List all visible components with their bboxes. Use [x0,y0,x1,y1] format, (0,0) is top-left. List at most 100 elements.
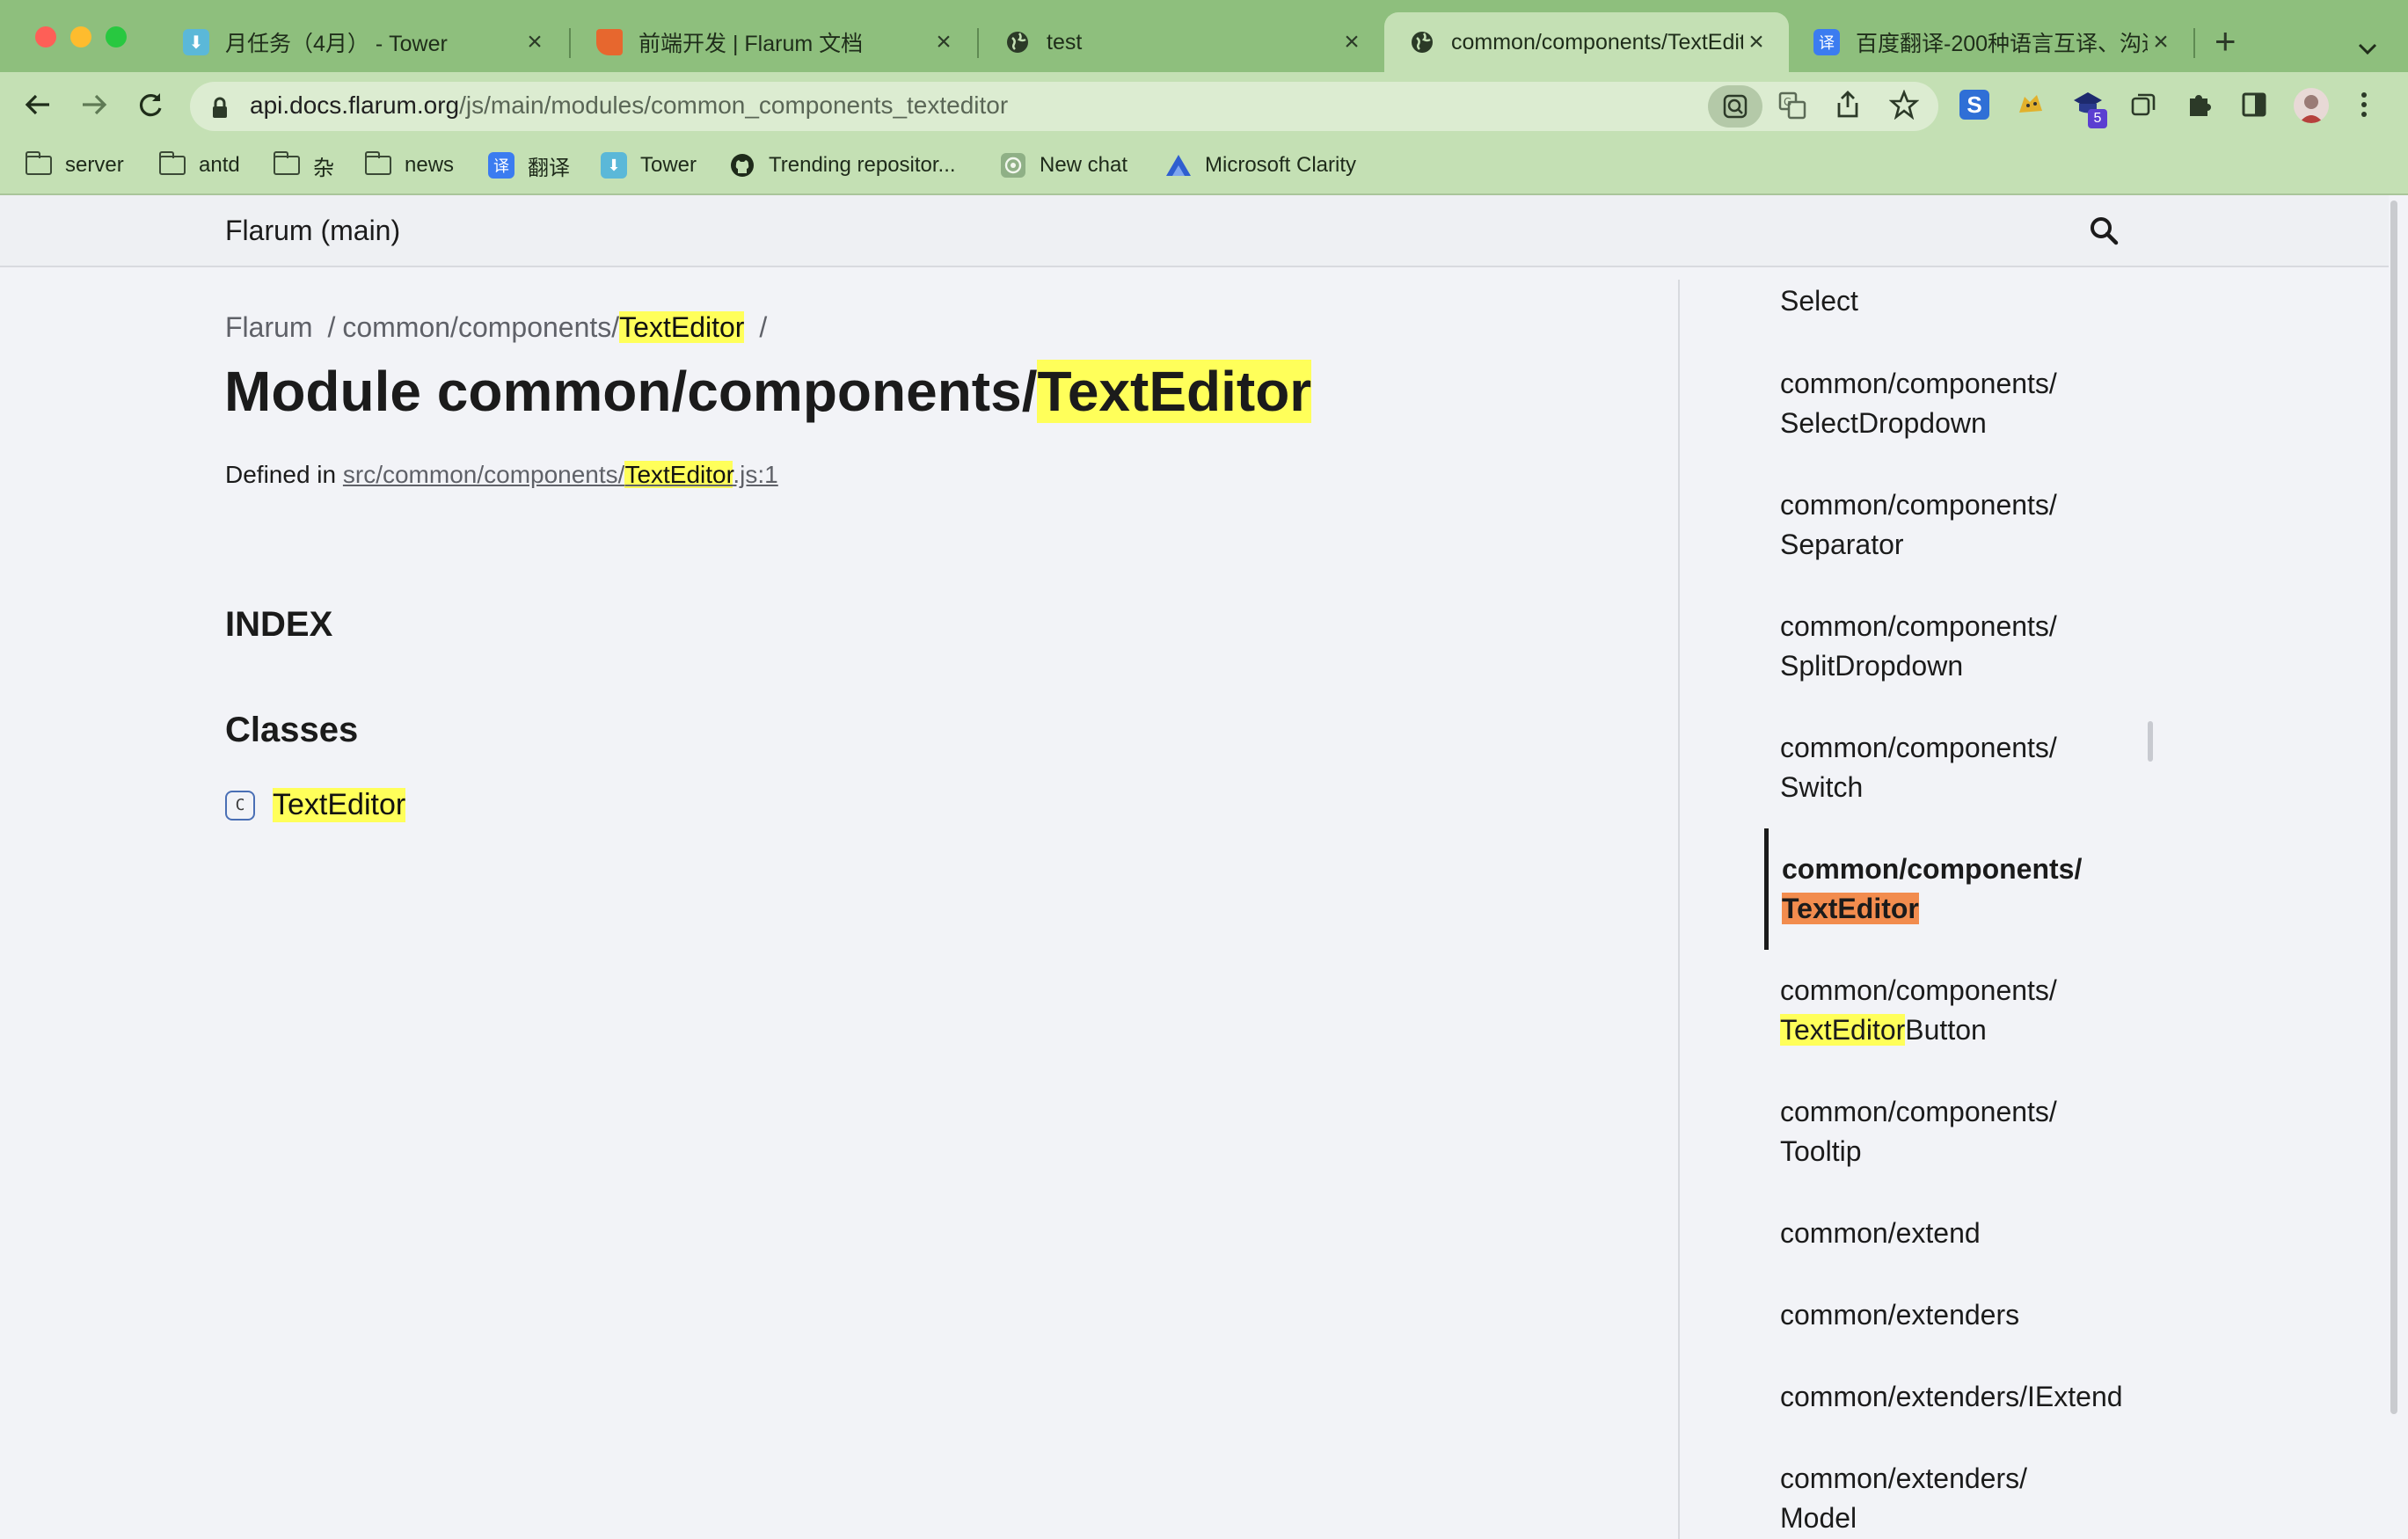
clarity-icon [1166,155,1191,176]
tab-copy-icon[interactable] [2130,91,2156,123]
bookmark-label: server [65,153,124,177]
sidebar-item-texteditorbutton[interactable]: common/components/ TextEditorButton [1780,971,2141,1050]
sidebar-item-label: Tooltip [1780,1135,1862,1167]
tab-separator [2193,28,2195,58]
tab-title: test [1047,29,1083,55]
sidebar-item-selectdropdown[interactable]: common/components/ SelectDropdown [1780,364,2141,443]
bookmark-server[interactable]: server [25,150,124,181]
profile-avatar[interactable] [2294,88,2329,123]
bookmark-label: 杂 [313,156,334,180]
tab-close-icon[interactable]: × [930,29,957,55]
search-icon[interactable] [2088,215,2120,251]
sidebar-item-extend[interactable]: common/extend [1780,1214,2141,1253]
minimize-window-button[interactable] [70,26,91,47]
breadcrumb-current[interactable]: TextEditor [619,311,745,343]
address-url[interactable]: api.docs.flarum.org/js/main/modules/comm… [250,91,1008,120]
breadcrumb-path[interactable]: common/components/ [342,311,619,343]
site-title[interactable]: Flarum (main) [225,215,400,247]
sidebar-item-iextender[interactable]: common/extenders/IExtend [1780,1377,2141,1417]
source-link-prefix: src/common/components/ [342,461,625,488]
tab-close-icon[interactable]: × [2148,29,2174,55]
bookmark-label: Microsoft Clarity [1205,153,1357,177]
globe-icon [1409,29,1435,55]
bookmark-misc[interactable]: 杂 [273,150,334,181]
tab-title: 百度翻译-200种语言互译、沟通全世界！ [1856,32,2148,56]
sidebar-item-model[interactable]: common/extenders/ Model [1780,1459,2141,1538]
tab-texteditor[interactable]: common/components/TextEditor × [1384,12,1789,72]
sidebar-item-splitdropdown[interactable]: common/components/ SplitDropdown [1780,607,2141,686]
url-host: api.docs.flarum.org [250,91,460,119]
tab-tower[interactable]: ⬇ 月任务（4月） - Tower × [158,12,567,72]
sidebar-item-label: common/extenders [1780,1299,2020,1331]
sidebar-item-label: Separator [1780,529,1904,560]
class-kind-icon: C [225,790,255,821]
sidebar-item-label: common/components/ [1780,1096,2057,1127]
classes-heading: Classes [225,711,359,749]
bookmark-new-chat[interactable]: New chat [999,150,1127,181]
globe-icon [1004,29,1031,55]
breadcrumb: Flarum / common/components/TextEditor / [225,311,767,344]
source-link[interactable]: src/common/components/TextEditor.js:1 [343,461,778,488]
class-item[interactable]: C TextEditor [225,788,406,822]
bookmark-antd[interactable]: antd [158,150,240,181]
cat-extension-icon[interactable] [2016,90,2047,125]
tab-search-chevron-icon[interactable] [2357,32,2378,62]
sidebar-item-label: Select [1780,285,1858,317]
sidebar-active-indicator [1764,828,1769,950]
sidebar-item-label: common/extenders/ [1780,1462,2028,1494]
github-icon [731,154,754,177]
bookmark-label: Tower [640,153,697,177]
extensions-puzzle-icon[interactable] [2185,90,2215,125]
share-icon[interactable] [1835,90,1861,125]
bookmark-tower[interactable]: ⬇ Tower [600,150,697,181]
bookmark-microsoft-clarity[interactable]: Microsoft Clarity [1164,150,1356,181]
tab-close-icon[interactable]: × [522,29,548,55]
browser-menu-icon[interactable] [2359,90,2369,125]
tab-close-icon[interactable]: × [1743,29,1770,55]
zoom-window-button[interactable] [106,26,127,47]
tab-close-icon[interactable]: × [1339,29,1365,55]
breadcrumb-root[interactable]: Flarum [225,311,313,343]
tab-test[interactable]: test × [980,12,1384,72]
page-title-highlight: TextEditor [1037,360,1312,423]
sidebar-item-label: common/components/ [1780,610,2057,642]
side-panel-icon[interactable] [2241,91,2267,123]
sidebar-scrollbar[interactable] [2148,721,2153,762]
translate-page-icon[interactable]: G [1778,91,1806,125]
tab-flarum-docs[interactable]: 前端开发 | Flarum 文档 × [572,12,976,72]
page-scrollbar[interactable] [2390,201,2397,1414]
close-window-button[interactable] [35,26,56,47]
bookmark-news[interactable]: news [364,150,454,181]
sidebar-item-extenders[interactable]: common/extenders [1780,1295,2141,1335]
sogou-extension-icon[interactable]: S [1959,90,1989,120]
content-divider [1678,280,1680,1539]
reload-icon[interactable] [135,90,165,125]
sidebar-item-select[interactable]: Select [1780,281,2141,321]
tab-baidu-translate[interactable]: 译 百度翻译-200种语言互译、沟通全世界！ × [1789,12,2193,72]
sidebar-item-tooltip[interactable]: common/components/ Tooltip [1780,1092,2141,1171]
back-icon[interactable] [23,90,53,125]
bookmark-translate[interactable]: 译翻译 [487,150,570,181]
url-path: /js/main/modules/common_components_texte… [459,91,1009,119]
sidebar-item-texteditor[interactable]: common/components/ TextEditor [1782,850,2142,929]
lock-icon[interactable] [211,95,229,125]
sidebar-item-label: common/components/ [1782,853,2083,885]
sidebar-item-switch[interactable]: common/components/ Switch [1780,728,2141,807]
bookmark-label: 翻译 [528,156,570,180]
sidebar-item-label: Model [1780,1502,1857,1534]
page-title-prefix: Module common/components/ [224,360,1038,423]
extension-badge: 5 [2088,109,2107,128]
folder-icon [364,151,391,175]
bookmark-label: New chat [1040,153,1128,177]
class-link[interactable]: TextEditor [273,788,406,822]
forward-icon[interactable] [79,90,109,125]
sidebar-item-label: TextEditor [1782,893,1919,924]
new-tab-icon[interactable]: + [2215,23,2237,60]
zoom-lens-icon[interactable] [1708,85,1762,128]
source-link-highlight: TextEditor [624,461,733,488]
bookmark-star-icon[interactable] [1888,89,1920,125]
bookmark-label: Trending repositor... [769,153,956,177]
sidebar-item-separator[interactable]: common/components/ Separator [1780,485,2141,565]
openai-icon [1001,153,1025,178]
bookmark-github-trending[interactable]: Trending repositor... [728,150,956,181]
